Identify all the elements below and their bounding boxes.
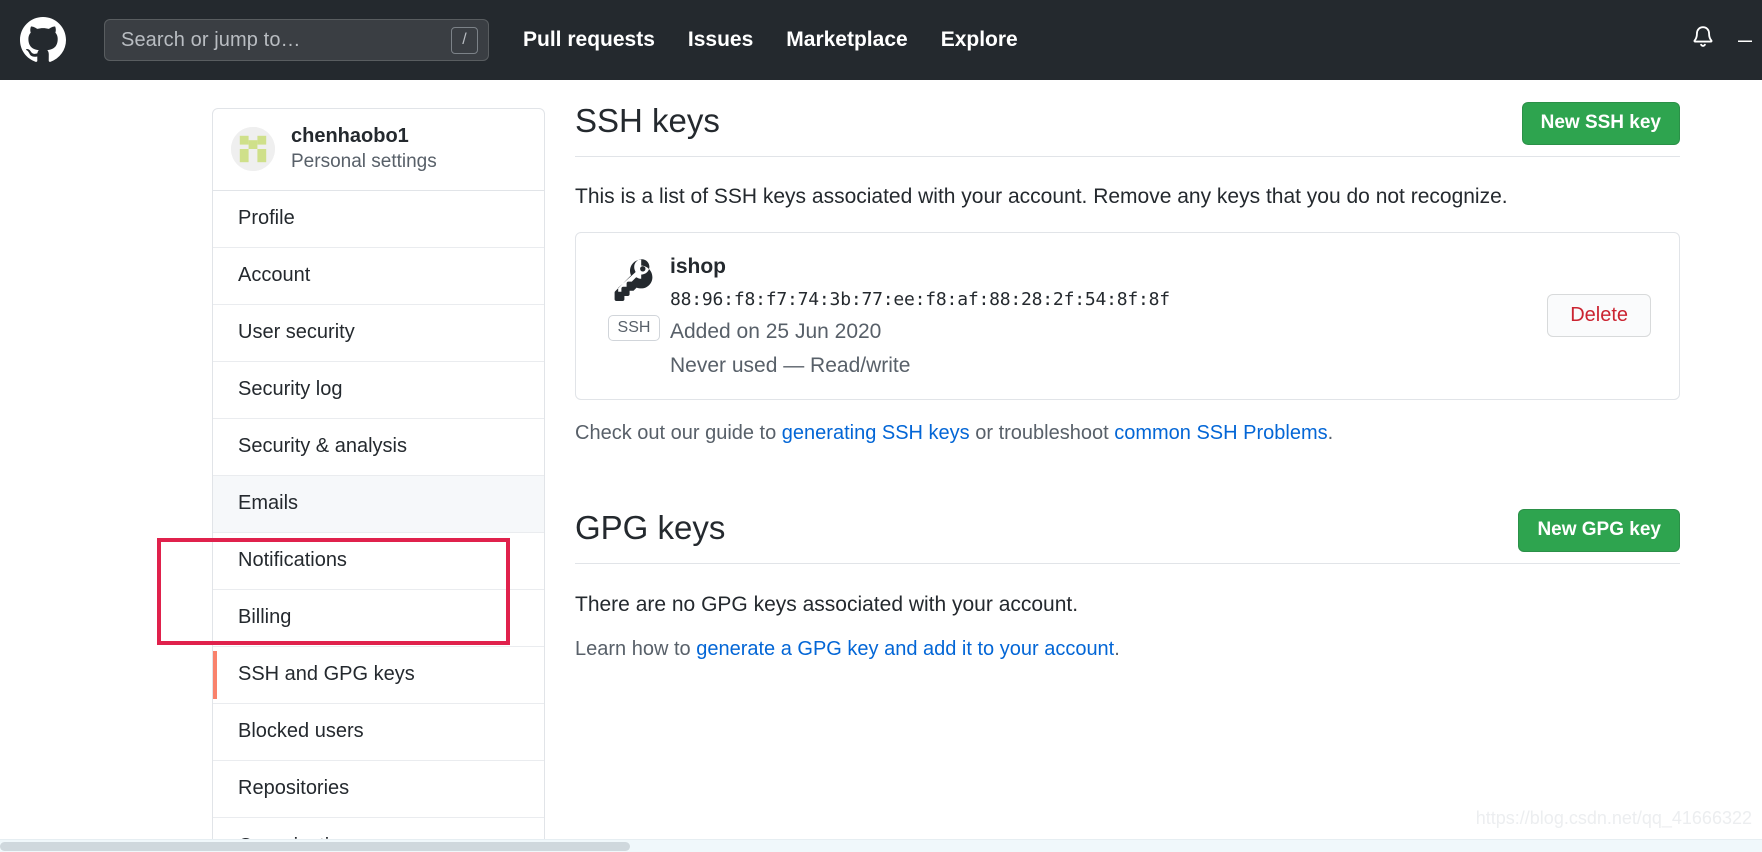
search-shortcut-key: / <box>451 26 478 54</box>
gpg-keys-header: GPG keys New GPG key <box>575 508 1680 564</box>
new-gpg-key-button[interactable]: New GPG key <box>1518 508 1680 552</box>
ssh-key-fingerprint: 88:96:f8:f7:74:3b:77:ee:f8:af:88:28:2f:5… <box>670 289 1170 311</box>
header-actions: — <box>1690 23 1762 58</box>
watermark: https://blog.csdn.net/qq_41666322 <box>1475 808 1752 828</box>
ssh-guide-text: Check out our guide to generating SSH ke… <box>575 422 1680 445</box>
ssh-key-type-badge: SSH <box>607 314 661 341</box>
nav-link-pull-requests[interactable]: Pull requests <box>523 28 655 52</box>
sidebar-item-emails[interactable]: Emails <box>213 475 544 533</box>
generating-ssh-keys-link[interactable]: generating SSH keys <box>782 422 970 444</box>
ssh-key-name: ishop <box>670 254 726 278</box>
sidebar-item-profile[interactable]: Profile <box>213 190 544 248</box>
sidebar-subtitle: Personal settings <box>291 150 437 172</box>
ssh-key-details: ishop 88:96:f8:f7:74:3b:77:ee:f8:af:88:2… <box>670 251 1547 381</box>
bell-icon[interactable] <box>1690 23 1716 58</box>
sidebar-item-blocked-users[interactable]: Blocked users <box>213 703 544 761</box>
header-overflow[interactable]: — <box>1738 27 1752 53</box>
avatar <box>231 126 275 171</box>
github-mark-icon[interactable] <box>20 17 66 63</box>
ssh-keys-description: This is a list of SSH keys associated wi… <box>575 184 1508 208</box>
nav-link-issues[interactable]: Issues <box>688 28 753 52</box>
search-placeholder: Search or jump to… <box>121 28 301 51</box>
sidebar-user-block[interactable]: chenhaobo1 Personal settings <box>213 109 544 191</box>
sidebar-item-billing[interactable]: Billing <box>213 589 544 647</box>
ssh-guide-prefix: Check out our guide to <box>575 421 782 444</box>
global-header: Search or jump to… / Pull requests Issue… <box>0 0 1762 80</box>
generate-gpg-key-link[interactable]: generate a GPG key and add it to your ac… <box>696 638 1114 660</box>
main-content: SSH keys New SSH key This is a list of S… <box>575 102 1680 681</box>
ssh-keys-header: SSH keys New SSH key <box>575 102 1680 157</box>
ssh-key-usage: Never used — Read/write <box>670 354 911 378</box>
settings-sidebar: chenhaobo1 Personal settings Profile Acc… <box>212 108 545 852</box>
app-screen: Search or jump to… / Pull requests Issue… <box>0 0 1762 852</box>
sidebar-item-ssh-and-gpg-keys[interactable]: SSH and GPG keys <box>213 646 544 704</box>
page-body: chenhaobo1 Personal settings Profile Acc… <box>0 80 1762 852</box>
ssh-guide-middle: or troubleshoot <box>969 421 1115 444</box>
sidebar-item-notifications[interactable]: Notifications <box>213 532 544 590</box>
sidebar-item-account[interactable]: Account <box>213 247 544 305</box>
sidebar-item-security-log[interactable]: Security log <box>213 361 544 419</box>
sidebar-item-repositories[interactable]: Repositories <box>213 760 544 818</box>
delete-ssh-key-button[interactable]: Delete <box>1547 294 1651 338</box>
gpg-learn-suffix: . <box>1114 637 1120 660</box>
gpg-learn-prefix: Learn how to <box>575 637 697 660</box>
new-ssh-key-button[interactable]: New SSH key <box>1521 102 1680 145</box>
nav-link-explore[interactable]: Explore <box>941 28 1018 52</box>
horizontal-scrollbar-thumb[interactable] <box>0 842 630 851</box>
gpg-section-title: GPG keys <box>575 508 726 546</box>
sidebar-item-security-analysis[interactable]: Security & analysis <box>213 418 544 476</box>
sidebar-username: chenhaobo1 <box>291 125 409 147</box>
horizontal-scrollbar[interactable] <box>0 839 1762 852</box>
ssh-key-icon-column: SSH <box>598 251 670 341</box>
key-icon <box>609 255 659 312</box>
common-ssh-problems-link[interactable]: common SSH Problems <box>1114 422 1327 444</box>
gpg-learn-text: Learn how to generate a GPG key and add … <box>575 638 1680 661</box>
sidebar-item-user-security[interactable]: User security <box>213 304 544 362</box>
ssh-guide-suffix: . <box>1327 421 1334 444</box>
ssh-key-row: SSH ishop 88:96:f8:f7:74:3b:77:ee:f8:af:… <box>575 231 1680 400</box>
primary-nav: Pull requests Issues Marketplace Explore <box>523 28 1018 52</box>
ssh-key-added-date: Added on 25 Jun 2020 <box>670 319 882 343</box>
search-input[interactable]: Search or jump to… / <box>104 19 489 61</box>
gpg-empty-message: There are no GPG keys associated with yo… <box>575 592 1079 616</box>
page-title: SSH keys <box>575 102 720 139</box>
nav-link-marketplace[interactable]: Marketplace <box>786 28 907 52</box>
